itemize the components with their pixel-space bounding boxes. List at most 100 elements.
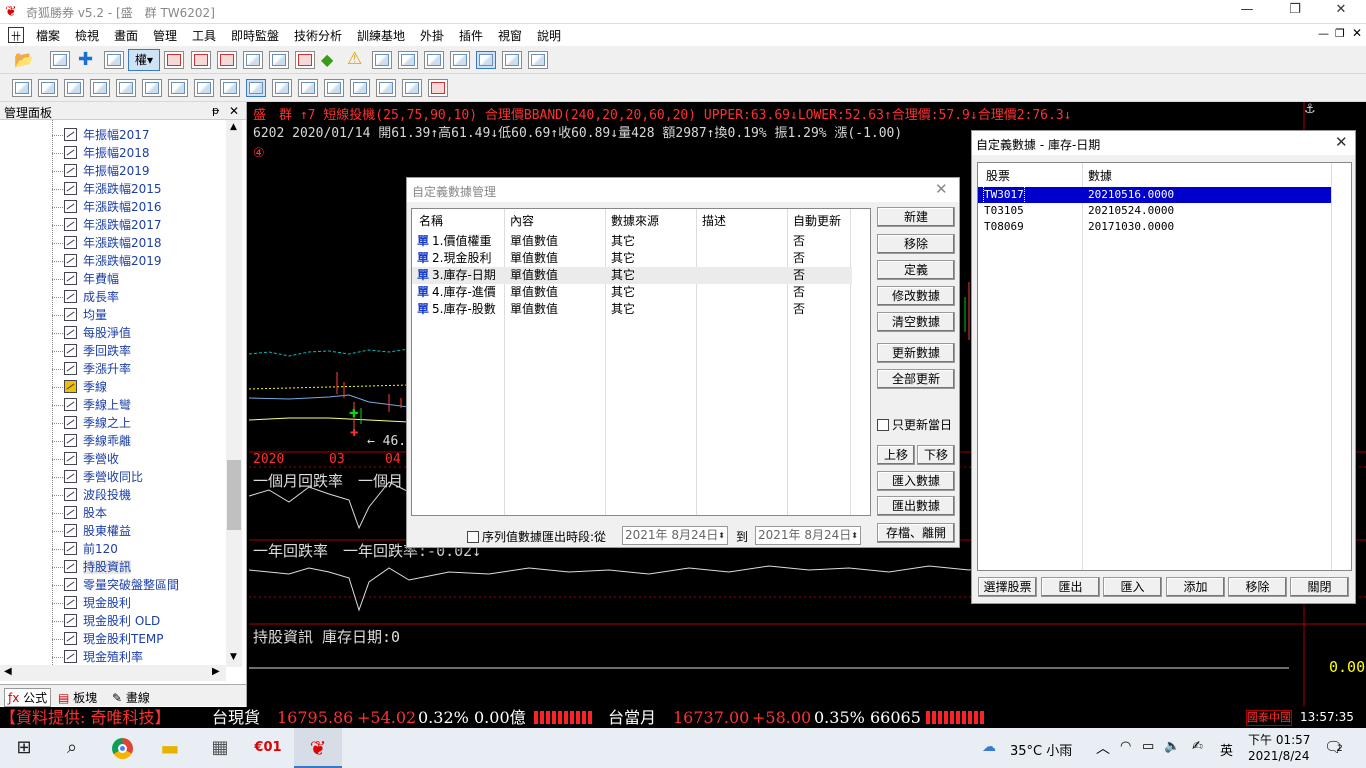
- list-icon[interactable]: [217, 51, 237, 69]
- clear-button[interactable]: 清空數據: [877, 312, 955, 332]
- start-icon[interactable]: ⊞: [0, 728, 48, 768]
- mdi-minimize-button[interactable]: —: [1318, 27, 1329, 40]
- tree-item[interactable]: 年振幅2018: [64, 144, 150, 162]
- search-icon[interactable]: ⌕: [48, 728, 96, 768]
- date-to-picker[interactable]: 2021年 8月24日 ⬍: [755, 526, 861, 545]
- menu-help[interactable]: 說明: [537, 27, 561, 44]
- green-x-icon[interactable]: [191, 51, 211, 69]
- dialog-close-button[interactable]: ✕: [935, 180, 948, 198]
- pin-icon[interactable]: ᵽ: [212, 104, 219, 117]
- col-header-value[interactable]: 數據: [1088, 167, 1112, 184]
- battery-icon[interactable]: ▭: [1142, 739, 1154, 754]
- only-today-checkbox[interactable]: 只更新當日: [877, 416, 952, 433]
- tree-item[interactable]: 成長率: [64, 288, 119, 306]
- tree-item[interactable]: 股東權益: [64, 522, 131, 540]
- period-4h-icon[interactable]: [220, 79, 240, 97]
- crosshair-icon[interactable]: ✚: [78, 49, 93, 70]
- export-button[interactable]: 匯出數據: [877, 496, 955, 516]
- function-icon[interactable]: [269, 51, 289, 69]
- up-button[interactable]: 上移: [877, 445, 915, 465]
- copy-icon[interactable]: [243, 51, 263, 69]
- period-custom-icon[interactable]: [428, 79, 448, 97]
- tree-item[interactable]: 年漲跌幅2016: [64, 198, 162, 216]
- mdi-restore-button[interactable]: ❐: [1335, 27, 1345, 40]
- period-15min-icon[interactable]: [90, 79, 110, 97]
- open-folder-icon[interactable]: 📂: [14, 50, 34, 69]
- panel-horizontal-scrollbar[interactable]: ◀ ▶: [0, 665, 226, 681]
- minimize-button[interactable]: —: [1232, 2, 1262, 17]
- col-header-stock[interactable]: 股票: [986, 167, 1010, 184]
- update-button[interactable]: 更新數據: [877, 343, 955, 363]
- file-explorer-icon[interactable]: ▬: [146, 728, 194, 768]
- export-button[interactable]: 匯出: [1041, 577, 1100, 597]
- table-row[interactable]: 單 5.庫存-股數 單值數值 其它 否: [412, 301, 852, 318]
- chart-window-icon[interactable]: [450, 51, 470, 69]
- col-header-auto[interactable]: 自動更新: [793, 211, 841, 231]
- down-button[interactable]: 下移: [917, 445, 955, 465]
- period-month-icon[interactable]: [298, 79, 318, 97]
- period-nmin-icon[interactable]: [402, 79, 422, 97]
- menu-view[interactable]: 檢視: [75, 27, 99, 44]
- close-button[interactable]: ✕: [1326, 2, 1356, 17]
- tree-item[interactable]: 季營收同比: [64, 468, 143, 486]
- scrollbar-thumb[interactable]: [227, 460, 241, 530]
- remove-button[interactable]: 移除: [1228, 577, 1287, 597]
- tree-item[interactable]: 年漲跌幅2019: [64, 252, 162, 270]
- line-chart-icon[interactable]: [476, 51, 496, 69]
- tree-item[interactable]: 零量突破盤整區間: [64, 576, 179, 594]
- tree-item[interactable]: 季線乖離: [64, 432, 131, 450]
- menu-manage[interactable]: 管理: [153, 27, 177, 44]
- period-week-icon[interactable]: [272, 79, 292, 97]
- layout-icon[interactable]: [50, 51, 70, 69]
- col-header-content[interactable]: 內容: [510, 211, 534, 231]
- menu-window[interactable]: 視窗: [498, 27, 522, 44]
- tree-item[interactable]: 年漲跌幅2017: [64, 216, 162, 234]
- clock-time[interactable]: 下午 01:57: [1248, 731, 1310, 748]
- table-row[interactable]: TW3017 20210516.0000: [978, 186, 1331, 204]
- compare-icon[interactable]: [502, 51, 522, 69]
- menu-technical[interactable]: 技術分析: [294, 27, 342, 44]
- tree-item[interactable]: 季線: [64, 378, 107, 396]
- bar-chart-icon[interactable]: [398, 51, 418, 69]
- tray-chevron-icon[interactable]: ︿: [1096, 738, 1110, 758]
- weight-dropdown[interactable]: 權▾: [128, 49, 160, 71]
- close-dialog-button[interactable]: 關閉: [1290, 577, 1349, 597]
- stock-data-table[interactable]: 股票 數據 TW3017 20210516.0000 T03105 20210524.…: [977, 162, 1352, 571]
- table-row[interactable]: 單 1.價值權重 單值數值 其它 否: [412, 233, 852, 250]
- date-from-picker[interactable]: 2021年 8月24日 ⬍: [622, 526, 728, 545]
- tree-item[interactable]: 年費幅: [64, 270, 119, 288]
- select-stock-button[interactable]: 選擇股票: [978, 577, 1037, 597]
- monitor-icon[interactable]: [295, 51, 315, 69]
- custom-data-table[interactable]: 名稱 內容 數據來源 描述 自動更新 單 1.價值權重 單值數值 其它否單 2.現金股利…: [411, 208, 871, 516]
- save-exit-button[interactable]: 存檔、離開: [877, 523, 955, 543]
- app-e-icon[interactable]: €01: [244, 728, 292, 768]
- table-row[interactable]: 單 3.庫存-日期 單值數值 其它 否: [412, 267, 852, 284]
- new-button[interactable]: 新建: [877, 207, 955, 227]
- tree-item[interactable]: 現金殖利率: [64, 648, 143, 666]
- col-header-name[interactable]: 名稱: [419, 211, 443, 231]
- ime-indicator[interactable]: 英: [1220, 740, 1233, 759]
- restore-button[interactable]: ❐: [1280, 2, 1310, 17]
- export-range-checkbox[interactable]: 序列值數據匯出時段:從: [467, 528, 606, 545]
- tree-item[interactable]: 年漲跌幅2018: [64, 234, 162, 252]
- period-1min-icon[interactable]: [38, 79, 58, 97]
- import-button[interactable]: 匯入數據: [877, 471, 955, 491]
- table-row[interactable]: T03105 20210524.0000: [978, 203, 1331, 219]
- tree-item[interactable]: 年漲跌幅2015: [64, 180, 162, 198]
- import-button[interactable]: 匯入: [1103, 577, 1162, 597]
- period-2h-icon[interactable]: [168, 79, 188, 97]
- qihu-app-icon[interactable]: ❦: [294, 728, 342, 768]
- tree-item[interactable]: 現金股利: [64, 594, 131, 612]
- menu-screen[interactable]: 畫面: [114, 27, 138, 44]
- add-button[interactable]: 添加: [1166, 577, 1225, 597]
- define-button[interactable]: 定義: [877, 260, 955, 280]
- menu-file[interactable]: 檔案: [36, 27, 60, 44]
- clock-date[interactable]: 2021/8/24: [1248, 749, 1310, 763]
- period-tick-icon[interactable]: [12, 79, 32, 97]
- grid-icon[interactable]: [372, 51, 392, 69]
- table-row[interactable]: T08069 20171030.0000: [978, 219, 1331, 235]
- update-all-button[interactable]: 全部更新: [877, 369, 955, 389]
- tree-item[interactable]: 季漲升率: [64, 360, 131, 378]
- period-year-icon[interactable]: [350, 79, 370, 97]
- tree-item[interactable]: 持股資訊: [64, 558, 132, 576]
